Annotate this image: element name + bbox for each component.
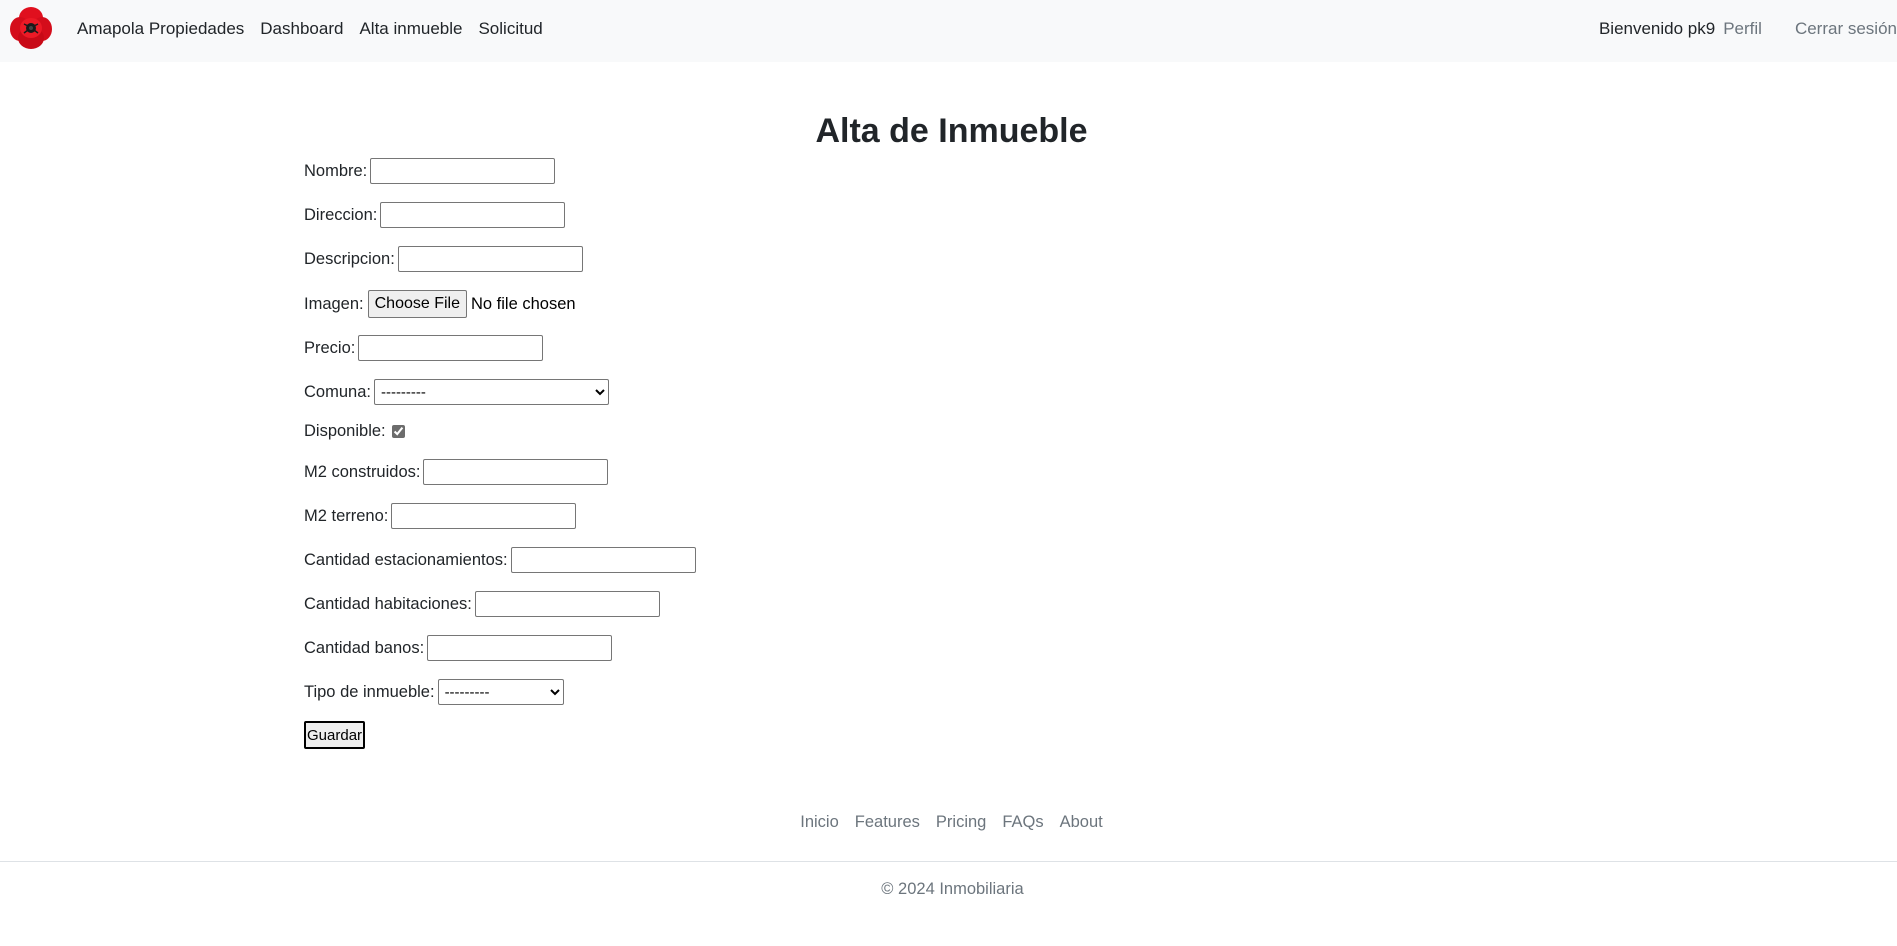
tipo-label: Tipo de inmueble:: [304, 682, 435, 701]
form-row-estacionamientos: Cantidad estacionamientos:: [304, 547, 696, 573]
nav-main-links: Amapola Propiedades Dashboard Alta inmue…: [77, 0, 543, 57]
file-status-text: No file chosen: [471, 294, 576, 313]
footer-link-about[interactable]: About: [1060, 813, 1103, 832]
form-row-tipo: Tipo de inmueble: ---------: [304, 679, 564, 705]
m2-construidos-label: M2 construidos:: [304, 462, 421, 481]
descripcion-label: Descripcion:: [304, 249, 395, 268]
form-row-submit: Guardar: [304, 721, 366, 749]
m2-terreno-input[interactable]: [391, 503, 577, 529]
choose-file-button[interactable]: Choose File: [367, 290, 467, 318]
disponible-label: Disponible:: [304, 422, 386, 440]
nav-link-solicitud[interactable]: Solicitud: [478, 19, 542, 39]
descripcion-input[interactable]: [397, 246, 583, 272]
form-row-disponible: Disponible:: [304, 422, 405, 441]
imagen-label: Imagen:: [304, 294, 364, 313]
comuna-select[interactable]: ---------: [373, 379, 609, 405]
page-title: Alta de Inmueble: [815, 112, 1088, 150]
footer-link-faqs[interactable]: FAQs: [1002, 813, 1043, 832]
nav-user-area: Bienvenido pk9 Perfil Cerrar sesión: [1599, 0, 1897, 57]
m2-construidos-input[interactable]: [423, 459, 609, 485]
save-button[interactable]: Guardar: [304, 721, 366, 749]
brand-link[interactable]: Amapola Propiedades: [77, 19, 244, 39]
logout-link[interactable]: Cerrar sesión: [1795, 19, 1897, 39]
banos-input[interactable]: [427, 635, 613, 661]
footer-link-features[interactable]: Features: [855, 813, 920, 832]
direccion-label: Direccion:: [304, 205, 378, 224]
form-row-direccion: Direccion:: [304, 202, 566, 228]
footer-divider: [0, 861, 1897, 862]
top-navbar: Amapola Propiedades Dashboard Alta inmue…: [0, 0, 1897, 62]
estacionamientos-label: Cantidad estacionamientos:: [304, 550, 508, 569]
banos-label: Cantidad banos:: [304, 638, 425, 657]
poppy-flower-logo-icon[interactable]: [10, 6, 52, 50]
footer-link-pricing[interactable]: Pricing: [936, 813, 986, 832]
form-row-nombre: Nombre:: [304, 158, 556, 184]
form-row-m2-terreno: M2 terreno:: [304, 503, 577, 529]
habitaciones-label: Cantidad habitaciones:: [304, 594, 472, 613]
form-row-comuna: Comuna: ---------: [304, 379, 609, 405]
estacionamientos-input[interactable]: [510, 547, 696, 573]
m2-terreno-label: M2 terreno:: [304, 506, 389, 525]
comuna-label: Comuna:: [304, 382, 371, 401]
copyright-text: © 2024 Inmobiliaria: [881, 880, 1024, 898]
habitaciones-input[interactable]: [474, 591, 660, 617]
tipo-select[interactable]: ---------: [437, 679, 564, 705]
direccion-input[interactable]: [380, 202, 566, 228]
form-row-precio: Precio:: [304, 335, 544, 361]
profile-link[interactable]: Perfil: [1723, 19, 1762, 39]
nav-link-dashboard[interactable]: Dashboard: [260, 19, 343, 39]
precio-label: Precio:: [304, 338, 356, 357]
form-row-m2-construidos: M2 construidos:: [304, 459, 609, 485]
nav-link-alta-inmueble[interactable]: Alta inmueble: [359, 19, 462, 39]
form-row-descripcion: Descripcion:: [304, 246, 583, 272]
welcome-text: Bienvenido pk9: [1598, 18, 1716, 38]
nombre-label: Nombre:: [304, 161, 368, 180]
footer-nav: Inicio Features Pricing FAQs About: [0, 813, 1897, 832]
form-row-habitaciones: Cantidad habitaciones:: [304, 591, 660, 617]
precio-input[interactable]: [358, 335, 544, 361]
disponible-checkbox[interactable]: [391, 425, 405, 438]
form-row-imagen: Imagen: Choose File No file chosen: [304, 290, 576, 318]
nombre-input[interactable]: [370, 158, 556, 184]
footer-link-inicio[interactable]: Inicio: [800, 813, 839, 832]
form-row-banos: Cantidad banos:: [304, 635, 613, 661]
